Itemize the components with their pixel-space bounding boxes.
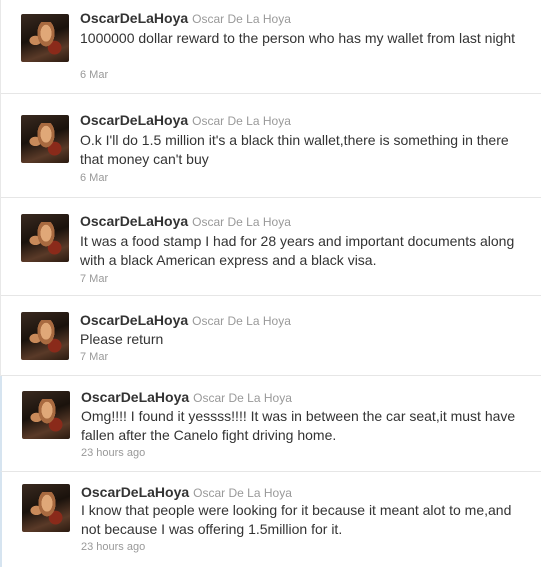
tweet-item[interactable]: OscarDeLaHoya Oscar De La Hoya Please ret…	[1, 296, 541, 376]
tweet-text: Please return	[80, 331, 164, 347]
tweet-username[interactable]: OscarDeLaHoya	[80, 112, 188, 128]
tweet-item[interactable]: OscarDeLaHoya Oscar De La Hoya I know tha…	[0, 472, 541, 567]
tweet-username[interactable]: OscarDeLaHoya	[81, 389, 189, 405]
tweet-timestamp[interactable]: 6 Mar	[80, 172, 108, 184]
tweet-timestamp[interactable]: 7 Mar	[80, 351, 108, 363]
tweet-timeline: OscarDeLaHoya Oscar De La Hoya 1000000 do…	[0, 0, 541, 567]
avatar[interactable]	[22, 391, 70, 439]
tweet-username[interactable]: OscarDeLaHoya	[80, 10, 188, 26]
avatar[interactable]	[21, 312, 69, 360]
avatar[interactable]	[21, 14, 69, 62]
tweet-timestamp[interactable]: 7 Mar	[80, 273, 108, 285]
tweet-text: O.k I'll do 1.5 million it's a black thi…	[80, 132, 509, 167]
avatar[interactable]	[21, 115, 69, 163]
tweet-fullname: Oscar De La Hoya	[193, 391, 292, 405]
tweet-username[interactable]: OscarDeLaHoya	[80, 213, 188, 229]
tweet-fullname: Oscar De La Hoya	[192, 215, 291, 229]
tweet-username[interactable]: OscarDeLaHoya	[80, 312, 188, 328]
tweet-text: Omg!!!! I found it yessss!!!! It was in …	[81, 408, 516, 443]
tweet-fullname: Oscar De La Hoya	[192, 12, 291, 26]
tweet-item[interactable]: OscarDeLaHoya Oscar De La Hoya It was a f…	[1, 198, 541, 296]
tweet-text: 1000000 dollar reward to the person who …	[80, 30, 516, 46]
tweet-timestamp[interactable]: 6 Mar	[80, 69, 108, 81]
avatar[interactable]	[21, 214, 69, 262]
tweet-item[interactable]: OscarDeLaHoya Oscar De La Hoya 1000000 do…	[1, 0, 541, 94]
tweet-timestamp[interactable]: 23 hours ago	[81, 541, 145, 553]
tweet-timestamp[interactable]: 23 hours ago	[81, 447, 145, 459]
tweet-fullname: Oscar De La Hoya	[192, 314, 291, 328]
tweet-text: I know that people were looking for it b…	[81, 502, 512, 537]
tweet-fullname: Oscar De La Hoya	[193, 486, 292, 500]
tweet-text: It was a food stamp I had for 28 years a…	[80, 233, 515, 268]
avatar[interactable]	[22, 484, 70, 532]
tweet-item[interactable]: OscarDeLaHoya Oscar De La Hoya Omg!!!! I …	[0, 376, 541, 472]
tweet-username[interactable]: OscarDeLaHoya	[81, 484, 189, 500]
tweet-fullname: Oscar De La Hoya	[192, 114, 291, 128]
tweet-item[interactable]: OscarDeLaHoya Oscar De La Hoya O.k I'll d…	[1, 94, 541, 198]
